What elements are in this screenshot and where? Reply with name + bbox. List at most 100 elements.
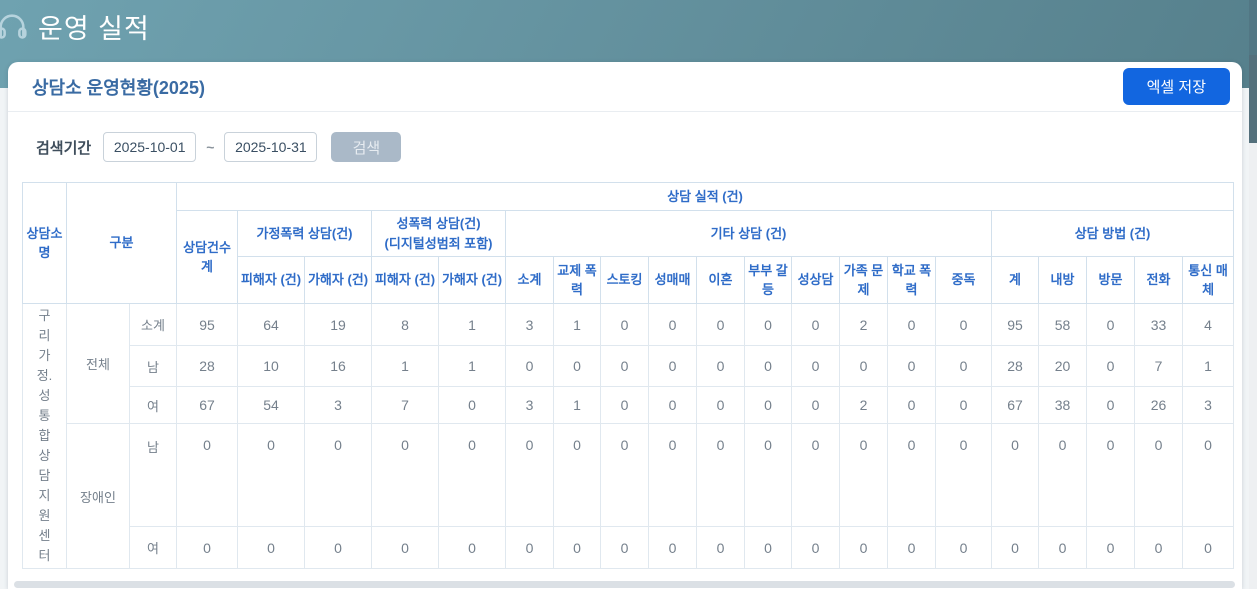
value-cell: 0 — [935, 423, 993, 527]
date-range-separator: ~ — [206, 139, 215, 155]
table-container: 상담소 명 구분 상담 실적 (건) 상담건수 계 가정폭력 상담(건) 성폭력… — [8, 162, 1242, 569]
value-cell: 28 — [176, 345, 239, 387]
value-cell: 7 — [371, 386, 440, 424]
value-cell: 0 — [505, 423, 555, 527]
value-cell: 0 — [791, 303, 841, 346]
value-cell: 0 — [839, 423, 889, 527]
row-label: 남 — [128, 423, 178, 527]
value-cell: 1 — [371, 345, 440, 387]
value-cell: 0 — [553, 526, 602, 569]
value-cell: 0 — [1038, 423, 1088, 527]
col-header-performance: 상담 실적 (건) — [176, 182, 1235, 211]
value-cell: 0 — [1182, 526, 1235, 569]
value-cell: 54 — [237, 386, 306, 424]
value-cell: 0 — [696, 526, 746, 569]
date-from-input[interactable] — [103, 132, 197, 162]
value-cell: 0 — [600, 423, 650, 527]
value-cell: 0 — [791, 526, 841, 569]
value-cell: 67 — [176, 386, 239, 424]
value-cell: 0 — [505, 526, 555, 569]
value-cell: 0 — [935, 526, 993, 569]
value-cell: 0 — [648, 423, 698, 527]
value-cell: 0 — [1086, 526, 1136, 569]
col-header-center-name: 상담소 명 — [22, 182, 67, 304]
value-cell: 10 — [237, 345, 306, 387]
vertical-scrollbar[interactable] — [1249, 0, 1257, 589]
date-to-input[interactable] — [224, 132, 318, 162]
value-cell: 3 — [505, 303, 555, 346]
value-cell: 19 — [304, 303, 373, 346]
col-header-addiction: 중독 — [935, 256, 993, 304]
value-cell: 0 — [304, 423, 373, 527]
value-cell: 0 — [600, 303, 650, 346]
value-cell: 0 — [935, 303, 993, 346]
value-cell: 0 — [371, 526, 440, 569]
col-header-marital-conflict: 부부 갈등 — [744, 256, 793, 304]
value-cell: 67 — [991, 386, 1040, 424]
value-cell: 2 — [839, 303, 889, 346]
value-cell: 0 — [887, 423, 937, 527]
value-cell: 64 — [237, 303, 306, 346]
center-name-cell: 구 리 가 정. 성 통 합 상 담 지 원 센 터 — [22, 303, 67, 569]
value-cell: 0 — [991, 526, 1040, 569]
col-header-victim: 피해자 (건) — [371, 256, 440, 304]
col-header-prostitution: 성매매 — [648, 256, 698, 304]
value-cell: 95 — [991, 303, 1040, 346]
col-header-family-problem: 가족 문제 — [839, 256, 889, 304]
col-header-sex-counseling: 성상담 — [791, 256, 841, 304]
value-cell: 0 — [438, 423, 507, 527]
value-cell: 0 — [744, 526, 793, 569]
value-cell: 0 — [744, 423, 793, 527]
value-cell: 1 — [438, 303, 507, 346]
value-cell: 0 — [744, 386, 793, 424]
value-cell: 0 — [887, 303, 937, 346]
value-cell: 0 — [176, 526, 239, 569]
table-row: 여 0 0 0 0 0 0 0 0 0 0 0 0 0 0 0 0 0 0 0 … — [23, 526, 1235, 569]
group-label-total: 전체 — [66, 303, 130, 424]
value-cell: 3 — [505, 386, 555, 424]
table-row: 남 28 10 16 1 1 0 0 0 0 0 0 0 0 0 0 28 20… — [23, 345, 1235, 387]
page-title: 운영 실적 — [38, 14, 150, 44]
value-cell: 2 — [839, 386, 889, 424]
value-cell: 0 — [887, 345, 937, 387]
value-cell: 0 — [696, 303, 746, 346]
value-cell: 0 — [1038, 526, 1088, 569]
value-cell: 0 — [176, 423, 239, 527]
row-label: 소계 — [128, 303, 178, 346]
value-cell: 0 — [935, 345, 993, 387]
value-cell: 0 — [744, 303, 793, 346]
value-cell: 0 — [1182, 423, 1235, 527]
value-cell: 0 — [991, 423, 1040, 527]
value-cell: 0 — [648, 386, 698, 424]
row-label: 남 — [128, 345, 178, 387]
value-cell: 1 — [553, 386, 602, 424]
col-header-sexual-violence: 성폭력 상담(건) (디지털성범죄 포함) — [371, 210, 507, 257]
col-header-victim: 피해자 (건) — [237, 256, 306, 304]
horizontal-scrollbar-thumb[interactable] — [14, 581, 1235, 588]
value-cell: 0 — [505, 345, 555, 387]
value-cell: 0 — [696, 386, 746, 424]
col-header-comm-media: 통신 매체 — [1182, 256, 1235, 304]
value-cell: 0 — [648, 345, 698, 387]
vertical-scrollbar-cap — [1249, 0, 1257, 55]
value-cell: 33 — [1134, 303, 1184, 346]
vertical-scrollbar-thumb[interactable] — [1249, 55, 1257, 143]
col-header-stalking: 스토킹 — [600, 256, 650, 304]
col-header-outreach-visit: 방문 — [1086, 256, 1136, 304]
search-button[interactable]: 검색 — [331, 132, 402, 162]
value-cell: 0 — [791, 345, 841, 387]
col-header-subtotal: 소계 — [505, 256, 555, 304]
value-cell: 0 — [371, 423, 440, 527]
group-label-disabled: 장애인 — [66, 423, 130, 569]
value-cell: 0 — [1134, 526, 1184, 569]
col-header-school-violence: 학교 폭력 — [887, 256, 937, 304]
value-cell: 0 — [1134, 423, 1184, 527]
table-row: 장애인 남 0 0 0 0 0 0 0 0 0 0 0 0 0 0 0 0 0 … — [23, 423, 1235, 569]
col-header-divorce: 이혼 — [696, 256, 746, 304]
app-header: 운영 실적 — [0, 7, 150, 46]
col-header-phone: 전화 — [1134, 256, 1184, 304]
value-cell: 7 — [1134, 345, 1184, 387]
value-cell: 0 — [1086, 345, 1136, 387]
value-cell: 0 — [237, 526, 306, 569]
excel-save-button[interactable]: 엑셀 저장 — [1122, 68, 1230, 105]
